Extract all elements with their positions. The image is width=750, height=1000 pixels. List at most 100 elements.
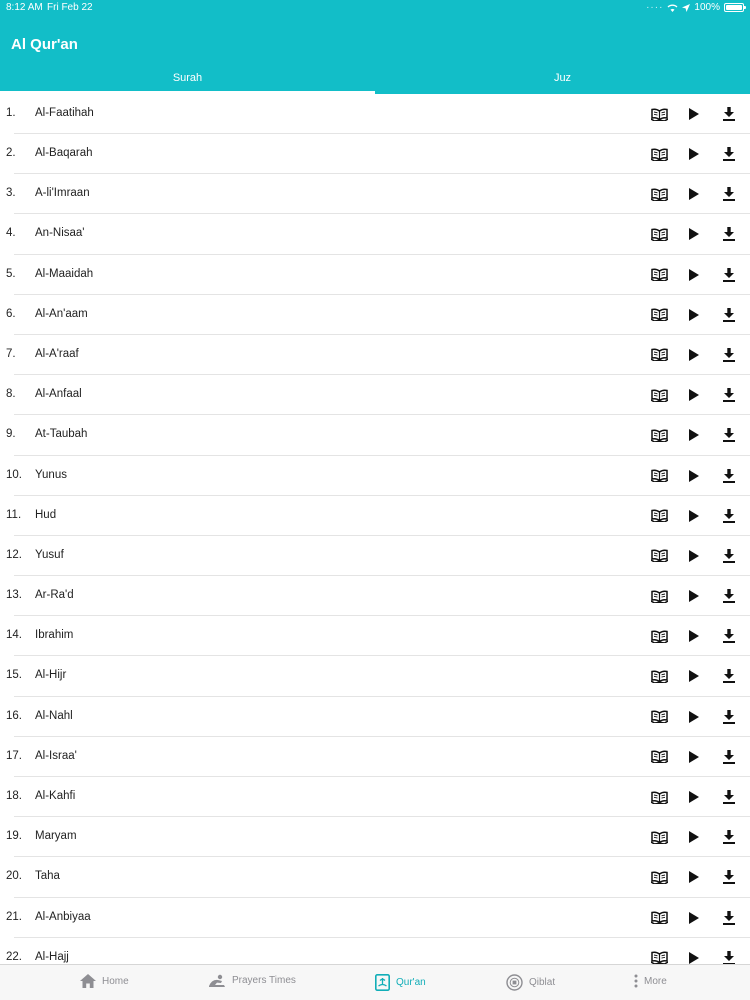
play-icon[interactable] <box>685 627 703 645</box>
download-icon[interactable] <box>720 748 738 766</box>
download-icon[interactable] <box>720 627 738 645</box>
list-item[interactable]: 15. Al-Hijr <box>6 656 750 697</box>
play-icon[interactable] <box>685 909 703 927</box>
open-book-icon[interactable] <box>650 105 668 123</box>
open-book-icon[interactable] <box>650 426 668 444</box>
open-book-icon[interactable] <box>650 708 668 726</box>
prayer-mat-icon <box>209 974 225 987</box>
download-icon[interactable] <box>720 788 738 806</box>
surah-list[interactable]: 1. Al-Faatihah 2. Al-Baqarah 3. A-li'Imraan 4.… <box>0 94 750 964</box>
play-icon[interactable] <box>685 667 703 685</box>
play-icon[interactable] <box>685 868 703 886</box>
list-item[interactable]: 8. Al-Anfaal <box>6 375 750 416</box>
download-icon[interactable] <box>720 667 738 685</box>
download-icon[interactable] <box>720 266 738 284</box>
download-icon[interactable] <box>720 507 738 525</box>
download-icon[interactable] <box>720 547 738 565</box>
open-book-icon[interactable] <box>650 547 668 565</box>
list-item[interactable]: 4. An-Nisaa' <box>6 214 750 255</box>
tabbar-item-qiblat[interactable]: Qiblat <box>506 974 555 991</box>
download-icon[interactable] <box>720 145 738 163</box>
open-book-icon[interactable] <box>650 868 668 886</box>
play-icon[interactable] <box>685 266 703 284</box>
list-item[interactable]: 5. Al-Maaidah <box>6 255 750 295</box>
download-icon[interactable] <box>720 467 738 485</box>
play-icon[interactable] <box>685 386 703 404</box>
list-item[interactable]: 21. Al-Anbiyaa <box>6 898 750 938</box>
list-item[interactable]: 16. Al-Nahl <box>6 697 750 737</box>
open-book-icon[interactable] <box>650 306 668 324</box>
open-book-icon[interactable] <box>650 828 668 846</box>
open-book-icon[interactable] <box>650 185 668 203</box>
open-book-icon[interactable] <box>650 667 668 685</box>
open-book-icon[interactable] <box>650 949 668 964</box>
list-item[interactable]: 20. Taha <box>6 857 750 898</box>
play-icon[interactable] <box>685 225 703 243</box>
list-item[interactable]: 13. Ar-Ra'd <box>6 576 750 617</box>
open-book-icon[interactable] <box>650 909 668 927</box>
play-icon[interactable] <box>685 708 703 726</box>
play-icon[interactable] <box>685 467 703 485</box>
tabbar-item-home[interactable]: Home <box>80 974 129 988</box>
play-icon[interactable] <box>685 949 703 964</box>
list-item[interactable]: 7. Al-A'raaf <box>6 335 750 376</box>
download-icon[interactable] <box>720 868 738 886</box>
play-icon[interactable] <box>685 426 703 444</box>
list-item[interactable]: 11. Hud <box>6 496 750 536</box>
open-book-icon[interactable] <box>650 386 668 404</box>
surah-name: Al-An'aam <box>35 307 88 320</box>
tabbar-item-quran[interactable]: Qur'an <box>375 974 426 991</box>
download-icon[interactable] <box>720 949 738 964</box>
list-item[interactable]: 10. Yunus <box>6 456 750 496</box>
list-item[interactable]: 6. Al-An'aam <box>6 295 750 335</box>
open-book-icon[interactable] <box>650 266 668 284</box>
row-actions <box>650 828 738 846</box>
list-item[interactable]: 12. Yusuf <box>6 536 750 577</box>
list-item[interactable]: 19. Maryam <box>6 817 750 858</box>
download-icon[interactable] <box>720 708 738 726</box>
list-item[interactable]: 2. Al-Baqarah <box>6 134 750 175</box>
play-icon[interactable] <box>685 828 703 846</box>
download-icon[interactable] <box>720 426 738 444</box>
download-icon[interactable] <box>720 587 738 605</box>
list-item[interactable]: 9. At-Taubah <box>6 415 750 456</box>
tab-juz[interactable]: Juz <box>375 66 750 94</box>
download-icon[interactable] <box>720 346 738 364</box>
open-book-icon[interactable] <box>650 225 668 243</box>
download-icon[interactable] <box>720 386 738 404</box>
open-book-icon[interactable] <box>650 507 668 525</box>
list-item[interactable]: 14. Ibrahim <box>6 616 750 657</box>
tabbar-item-prayers-times[interactable]: Prayers Times <box>208 974 296 987</box>
list-item[interactable]: 22. Al-Hajj <box>6 938 750 964</box>
play-icon[interactable] <box>685 145 703 163</box>
download-icon[interactable] <box>720 306 738 324</box>
play-icon[interactable] <box>685 507 703 525</box>
open-book-icon[interactable] <box>650 627 668 645</box>
download-icon[interactable] <box>720 909 738 927</box>
open-book-icon[interactable] <box>650 467 668 485</box>
open-book-icon[interactable] <box>650 748 668 766</box>
play-icon[interactable] <box>685 587 703 605</box>
surah-name: Al-A'raaf <box>35 347 79 360</box>
play-icon[interactable] <box>685 105 703 123</box>
play-icon[interactable] <box>685 547 703 565</box>
open-book-icon[interactable] <box>650 145 668 163</box>
tabbar-item-more[interactable]: More <box>634 974 667 988</box>
download-icon[interactable] <box>720 105 738 123</box>
list-item[interactable]: 1. Al-Faatihah <box>6 94 750 134</box>
play-icon[interactable] <box>685 346 703 364</box>
list-item[interactable]: 17. Al-Israa' <box>6 737 750 777</box>
list-item[interactable]: 18. Al-Kahfi <box>6 777 750 818</box>
list-item[interactable]: 3. A-li'Imraan <box>6 174 750 215</box>
open-book-icon[interactable] <box>650 346 668 364</box>
tab-surah[interactable]: Surah <box>0 66 375 94</box>
download-icon[interactable] <box>720 828 738 846</box>
open-book-icon[interactable] <box>650 587 668 605</box>
play-icon[interactable] <box>685 788 703 806</box>
play-icon[interactable] <box>685 306 703 324</box>
open-book-icon[interactable] <box>650 788 668 806</box>
download-icon[interactable] <box>720 185 738 203</box>
play-icon[interactable] <box>685 185 703 203</box>
play-icon[interactable] <box>685 748 703 766</box>
download-icon[interactable] <box>720 225 738 243</box>
